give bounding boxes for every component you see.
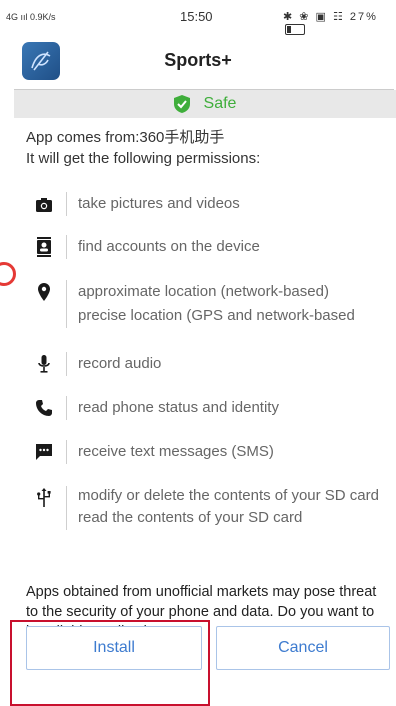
lifebuoy-icon	[0, 262, 16, 286]
status-icon-text: ✱ ❀ ▣ ☷ 27%	[283, 11, 378, 23]
install-button[interactable]: Install	[26, 626, 202, 670]
permission-text: precise location (GPS and network-based	[78, 307, 355, 324]
permission-lines: receive text messages (SMS)	[66, 440, 274, 464]
app-name: Sports+	[164, 50, 232, 70]
permission-lines: approximate location (network-based) pre…	[66, 280, 355, 328]
permission-text: modify or delete the contents of your SD…	[78, 487, 379, 504]
permission-text: approximate location (network-based)	[78, 283, 329, 300]
status-icons: ✱ ❀ ▣ ☷ 27%	[283, 10, 396, 35]
clock: 15:50	[180, 9, 213, 24]
app-source: App comes from:360手机助手	[26, 129, 225, 146]
phone-icon	[34, 398, 54, 418]
permission-lines: record audio	[66, 352, 161, 376]
location-pin-icon	[34, 282, 54, 302]
permission-lines: read phone status and identity	[66, 396, 279, 420]
message-icon	[34, 442, 54, 462]
battery-icon	[285, 23, 305, 35]
network-indicator: 4G ııl 0.9K/s	[6, 12, 56, 22]
permission-text: receive text messages (SMS)	[78, 443, 274, 460]
permissions-intro: It will get the following permissions:	[26, 150, 261, 167]
cancel-button[interactable]: Cancel	[216, 626, 390, 670]
camera-icon	[34, 195, 54, 215]
permission-lines: take pictures and videos	[66, 192, 240, 216]
permission-text: take pictures and videos	[78, 195, 240, 212]
permission-text: read the contents of your SD card	[78, 509, 303, 526]
permission-lines: find accounts on the device	[66, 235, 260, 259]
permission-text: find accounts on the device	[78, 238, 260, 255]
contacts-icon	[34, 237, 54, 257]
permission-lines: modify or delete the contents of your SD…	[66, 486, 390, 530]
safe-banner: Safe	[14, 90, 396, 118]
app-header: Sports+	[0, 34, 396, 89]
permission-text: record audio	[78, 355, 162, 372]
usb-icon	[34, 488, 54, 508]
status-bar: 4G ııl 0.9K/s 15:50 ✱ ❀ ▣ ☷ 27%	[0, 0, 396, 35]
shield-check-icon	[173, 95, 190, 113]
microphone-icon	[34, 354, 54, 374]
permission-text: read phone status and identity	[78, 399, 279, 416]
safe-label: Safe	[203, 95, 237, 112]
